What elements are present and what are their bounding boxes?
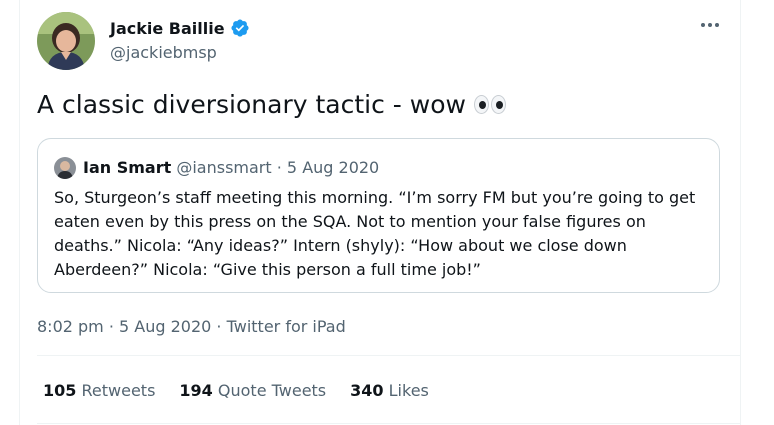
author-avatar[interactable] — [37, 12, 95, 70]
retweets-label: Retweets — [81, 381, 156, 400]
tweet-time-link[interactable]: 8:02 pm — [37, 317, 104, 336]
quoted-tweet-body: So, Sturgeon’s staff meeting this mornin… — [54, 188, 696, 279]
eye-right — [490, 95, 506, 114]
card-border-right — [740, 0, 741, 425]
tweet-date-link[interactable]: 5 Aug 2020 — [119, 317, 211, 336]
tweet-timestamp-row: 8:02 pm · 5 Aug 2020 · Twitter for iPad — [37, 317, 346, 336]
quoted-tweet-header: Ian Smart @ianssmart · 5 Aug 2020 — [83, 158, 379, 177]
quoted-author-handle: @ianssmart — [176, 158, 272, 177]
timestamp-sep-1: · — [103, 317, 120, 336]
tweet-text: A classic diversionary tactic - wow — [37, 90, 506, 119]
tweet-stats: 105 Retweets 194 Quote Tweets 340 Likes — [43, 381, 429, 400]
tweet-source-link[interactable]: Twitter for iPad — [227, 317, 346, 336]
likes-count: 340 — [350, 381, 384, 400]
quotes-label: Quote Tweets — [217, 381, 327, 400]
author-name[interactable]: Jackie Baillie — [110, 19, 225, 38]
quoted-author-avatar — [54, 157, 76, 179]
quoted-tweet-card[interactable]: Ian Smart @ianssmart · 5 Aug 2020 So, St… — [37, 138, 720, 293]
author-handle[interactable]: @jackiebmsp — [110, 43, 217, 62]
card-border-left — [19, 0, 20, 425]
more-dots-icon — [701, 23, 719, 27]
divider-bottom — [37, 423, 740, 424]
more-options-button[interactable] — [696, 14, 724, 36]
quoted-separator: · — [271, 158, 287, 177]
quote-tweets-stat[interactable]: 194 Quote Tweets — [179, 381, 326, 400]
quoted-date: 5 Aug 2020 — [286, 158, 380, 177]
verified-badge-icon — [230, 18, 250, 38]
retweets-count: 105 — [43, 381, 77, 400]
likes-label: Likes — [388, 381, 429, 400]
quotes-count: 194 — [179, 381, 213, 400]
eyes-emoji-icon — [473, 95, 506, 114]
divider-top — [37, 355, 740, 356]
eye-left — [473, 95, 489, 114]
likes-stat[interactable]: 340 Likes — [350, 381, 429, 400]
author-name-row: Jackie Baillie — [110, 18, 250, 38]
retweets-stat[interactable]: 105 Retweets — [43, 381, 155, 400]
quoted-author-name: Ian Smart — [83, 158, 172, 177]
tweet-text-content: A classic diversionary tactic - wow — [37, 90, 466, 119]
timestamp-sep-2: · — [211, 317, 227, 336]
